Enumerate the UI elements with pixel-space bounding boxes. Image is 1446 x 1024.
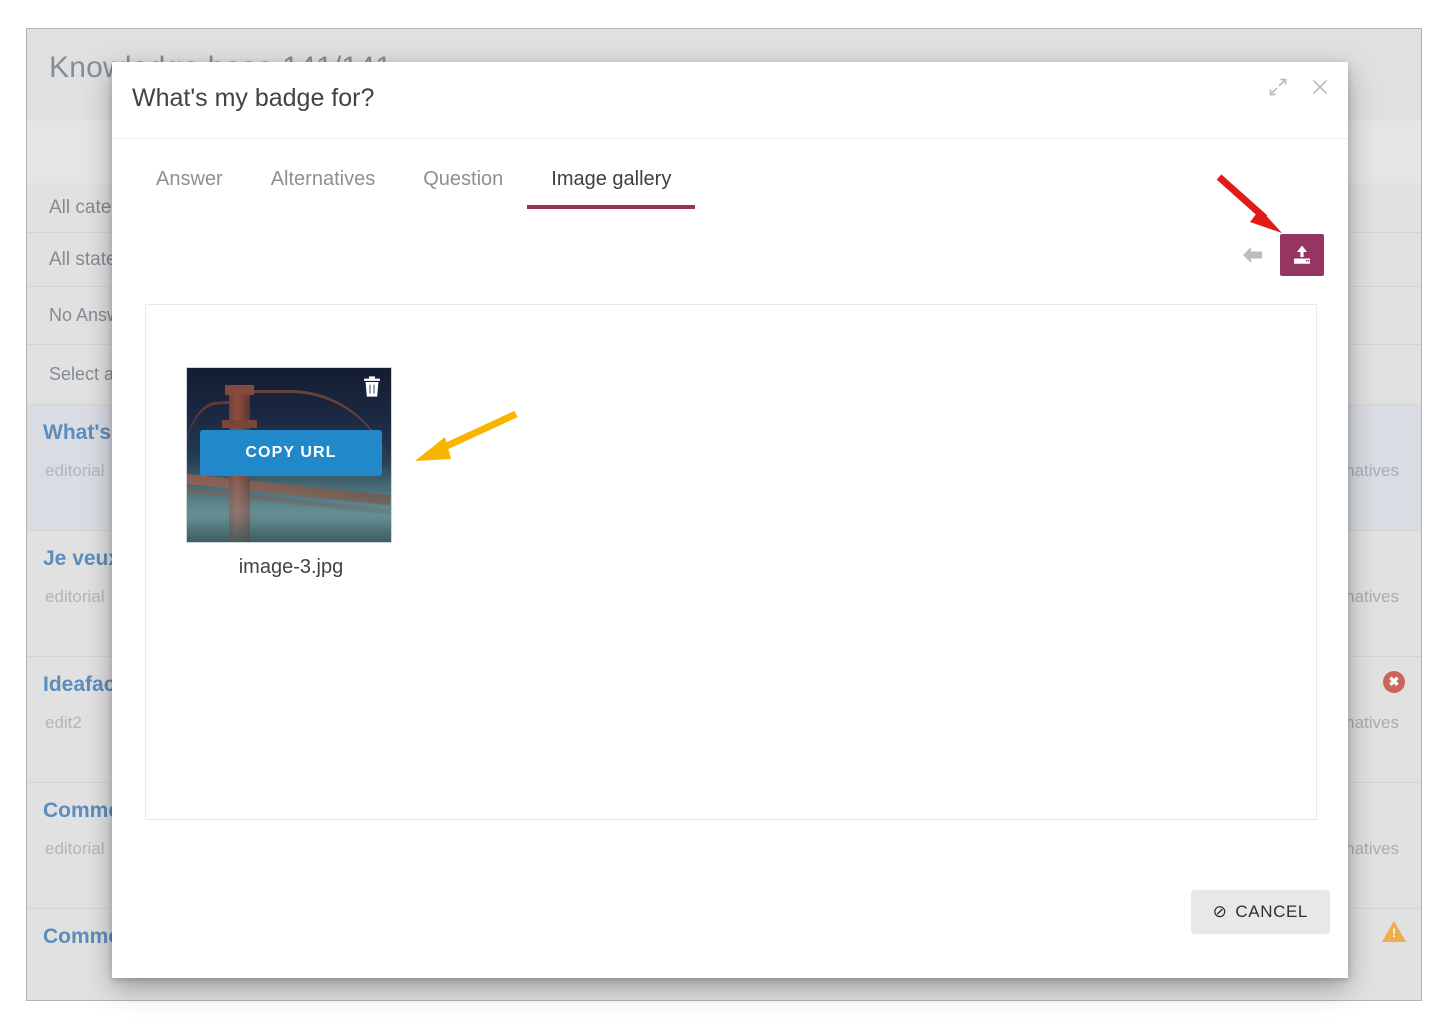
row-subtitle: editorial [45, 461, 105, 480]
status-warning-icon [1382, 921, 1406, 942]
close-icon[interactable] [1307, 74, 1333, 100]
tab-image-gallery[interactable]: Image gallery [527, 162, 696, 209]
screenshot-root: Knowledge base 141/141 Updated PUBLISH A… [0, 0, 1446, 1024]
modal-tabs: Answer Alternatives Question Image galle… [132, 162, 696, 209]
row-subtitle: edit2 [45, 713, 82, 732]
thumbnail-shore [187, 516, 391, 542]
tab-question[interactable]: Question [399, 162, 527, 209]
image-gallery-container: COPY URL image-3.jpg [145, 304, 1317, 820]
no-entry-icon: ⊘ [1212, 902, 1228, 921]
image-gallery-modal: What's my badge for? Answer Alternatives… [112, 62, 1348, 978]
tab-alternatives[interactable]: Alternatives [247, 162, 400, 209]
gallery-item: COPY URL image-3.jpg [186, 367, 396, 579]
row-subtitle: editorial [45, 839, 105, 858]
tab-answer[interactable]: Answer [132, 162, 247, 209]
row-subtitle: editorial [45, 587, 105, 606]
cancel-button-label: CANCEL [1235, 902, 1308, 921]
image-filename: image-3.jpg [238, 556, 344, 578]
upload-image-button[interactable] [1280, 234, 1324, 276]
back-arrow-icon[interactable] [1238, 240, 1268, 270]
copy-url-button[interactable]: COPY URL [200, 430, 382, 476]
modal-footer: ⊘ CANCEL [112, 868, 1348, 978]
modal-title: What's my badge for? [132, 84, 375, 112]
thumbnail-bridge-tower-top [225, 385, 254, 395]
modal-header: What's my badge for? [112, 62, 1348, 139]
cancel-button[interactable]: ⊘ CANCEL [1190, 890, 1330, 934]
delete-image-icon[interactable] [361, 375, 383, 399]
status-error-icon: ✖ [1383, 671, 1405, 693]
expand-icon[interactable] [1265, 74, 1291, 100]
modal-header-actions [1265, 74, 1333, 100]
image-thumbnail[interactable]: COPY URL [186, 367, 392, 543]
gallery-toolbar [1238, 234, 1324, 276]
